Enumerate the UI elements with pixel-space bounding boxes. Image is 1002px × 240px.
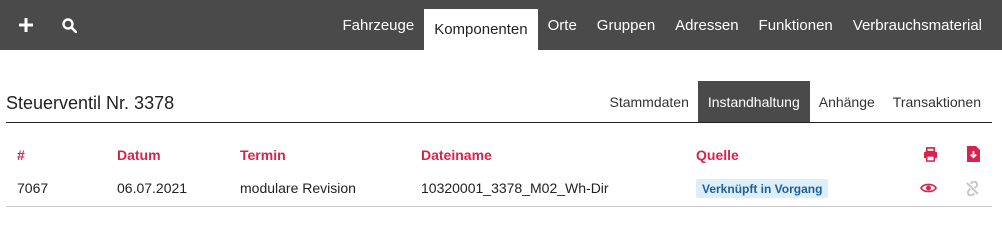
nav-item-orte[interactable]: Orte (538, 0, 587, 50)
search-icon (61, 17, 77, 33)
nav-item-verbrauchsmaterial[interactable]: Verbrauchsmaterial (843, 0, 1002, 50)
nav-item-fahrzeuge[interactable]: Fahrzeuge (332, 0, 424, 50)
column-header-id[interactable]: # (17, 147, 25, 163)
tab-stammdaten[interactable]: Stammdaten (601, 81, 698, 122)
nav-item-komponenten[interactable]: Komponenten (424, 9, 538, 50)
column-header-quelle[interactable]: Quelle (696, 147, 739, 163)
export-button[interactable] (965, 146, 981, 162)
title-divider (6, 122, 992, 123)
unlink-icon (965, 180, 979, 196)
cell-termin: modulare Revision (240, 180, 356, 196)
column-header-datum[interactable]: Datum (117, 147, 161, 163)
nav-item-funktionen[interactable]: Funktionen (749, 0, 843, 50)
detail-tabs: Stammdaten Instandhaltung Anhänge Transa… (601, 81, 991, 122)
cell-dateiname[interactable]: 10320001_3378_M02_Wh-Dir (421, 180, 609, 196)
add-button[interactable] (6, 0, 46, 50)
print-button[interactable] (922, 146, 938, 162)
download-file-icon (966, 146, 980, 162)
eye-icon (919, 183, 937, 193)
page-title: Steuerventil Nr. 3378 (6, 93, 175, 113)
tab-instandhaltung[interactable]: Instandhaltung (697, 81, 810, 122)
nav-item-gruppen[interactable]: Gruppen (587, 0, 665, 50)
column-header-termin[interactable]: Termin (240, 147, 286, 163)
view-button[interactable] (919, 180, 937, 196)
column-header-dateiname[interactable]: Dateiname (421, 147, 492, 163)
unlink-button[interactable] (964, 180, 980, 196)
cell-datum: 06.07.2021 (117, 180, 188, 196)
status-badge: Verknüpft in Vorgang (696, 179, 829, 198)
nav-item-adressen[interactable]: Adressen (665, 0, 748, 50)
row-divider (6, 206, 992, 207)
main-nav: Fahrzeuge Komponenten Orte Gruppen Adres… (332, 0, 1002, 50)
tab-transaktionen[interactable]: Transaktionen (884, 81, 990, 122)
top-navbar: Fahrzeuge Komponenten Orte Gruppen Adres… (0, 0, 1002, 50)
search-button[interactable] (49, 0, 89, 50)
plus-icon (19, 18, 33, 32)
tab-anhaenge[interactable]: Anhänge (810, 81, 884, 122)
print-icon (923, 146, 937, 162)
cell-id: 7067 (17, 180, 49, 196)
